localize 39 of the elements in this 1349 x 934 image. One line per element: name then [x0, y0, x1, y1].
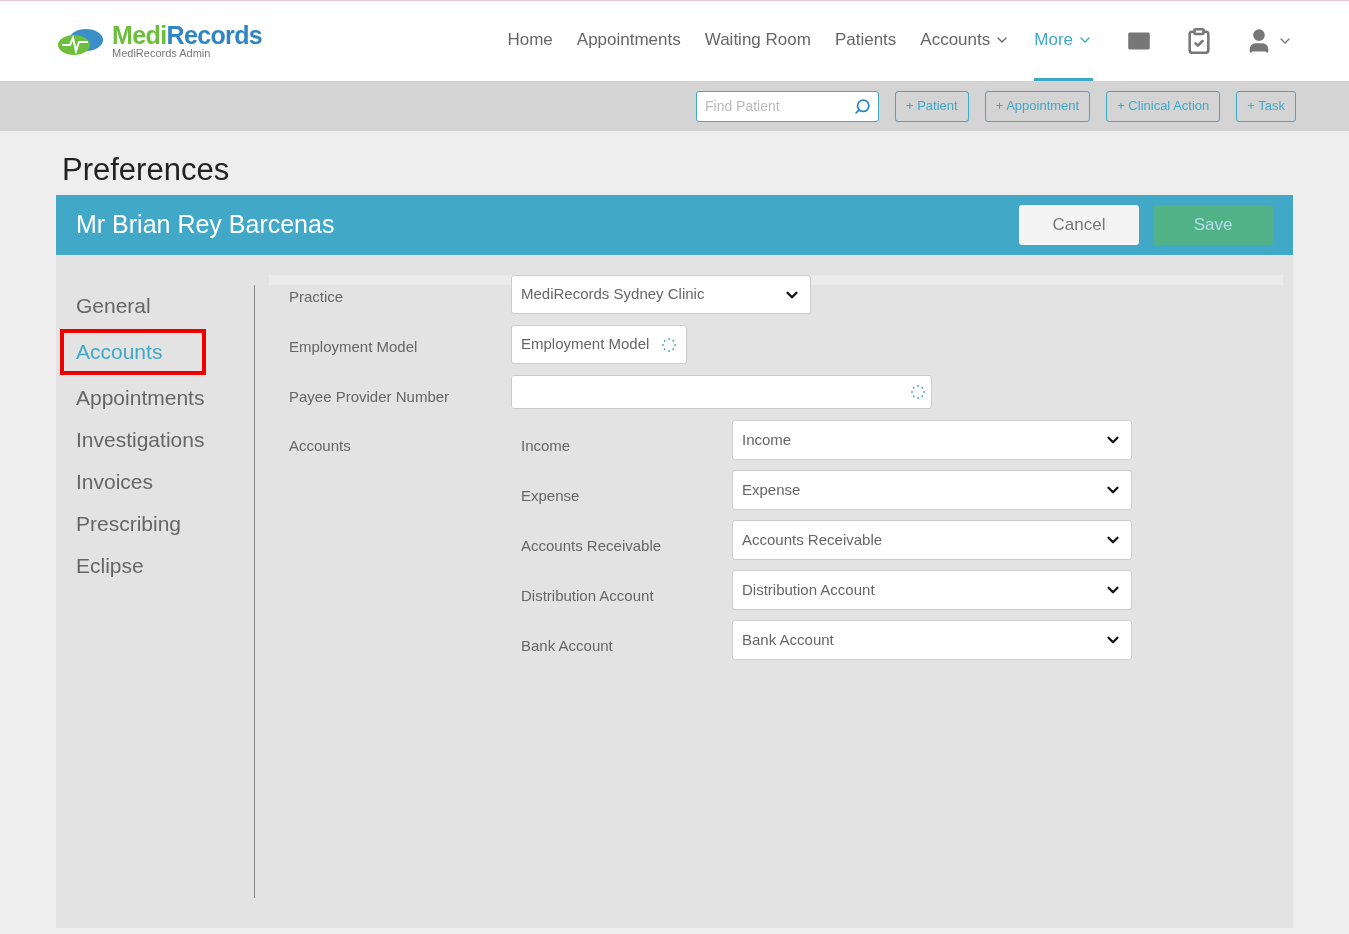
cancel-button[interactable]: Cancel: [1019, 205, 1139, 245]
logo-wordmark: MediRecords: [112, 23, 263, 48]
sidebar-item[interactable]: Prescribing: [76, 503, 182, 545]
search-icon[interactable]: [854, 97, 871, 115]
field-label: Income: [521, 436, 572, 456]
cloud-logo-icon: [56, 26, 104, 56]
employment-model-select[interactable]: Employment Model: [511, 325, 688, 364]
patient-name: Mr Brian Rey Barcenas: [76, 209, 335, 241]
loading-spinner-icon: [661, 336, 678, 353]
account-select[interactable]: Expense: [732, 470, 1132, 510]
nav-link[interactable]: Home: [507, 1, 553, 81]
payee-provider-number-field[interactable]: [511, 375, 932, 409]
logo-subtitle: MediRecords Admin: [112, 48, 212, 59]
page-title: Preferences: [61, 151, 231, 189]
sidebar-item[interactable]: Appointments: [76, 377, 205, 419]
nav-link[interactable]: Patients: [834, 1, 897, 81]
account-select[interactable]: Accounts Receivable: [732, 520, 1132, 560]
sidebar-item[interactable]: Invoices: [76, 461, 154, 503]
field-label: Employment Model: [289, 337, 419, 357]
account-select[interactable]: Distribution Account: [732, 570, 1132, 610]
nav-link[interactable]: Appointments: [576, 1, 681, 81]
sidebar-item[interactable]: Investigations: [76, 419, 205, 461]
field-label: Expense: [521, 486, 581, 506]
nav-link[interactable]: Accounts: [920, 1, 1011, 81]
field-label: Accounts Receivable: [521, 536, 663, 556]
field-label: Payee Provider Number: [289, 387, 451, 407]
account-select[interactable]: Income: [732, 420, 1132, 460]
sidebar-item[interactable]: Eclipse: [76, 545, 144, 587]
practice-select[interactable]: MediRecords Sydney Clinic: [511, 275, 811, 314]
field-label: Bank Account: [521, 636, 614, 656]
field-label: Practice: [289, 287, 345, 307]
nav-link[interactable]: Waiting Room: [704, 1, 811, 81]
sidebar-item[interactable]: General: [76, 285, 151, 327]
field-label: Distribution Account: [521, 586, 655, 606]
account-select[interactable]: Bank Account: [732, 620, 1132, 660]
field-label: Accounts: [289, 436, 352, 456]
loading-spinner-icon: [910, 384, 926, 400]
clipboard-check-icon[interactable]: [1185, 27, 1213, 55]
find-patient-field[interactable]: Find Patient: [696, 90, 879, 122]
